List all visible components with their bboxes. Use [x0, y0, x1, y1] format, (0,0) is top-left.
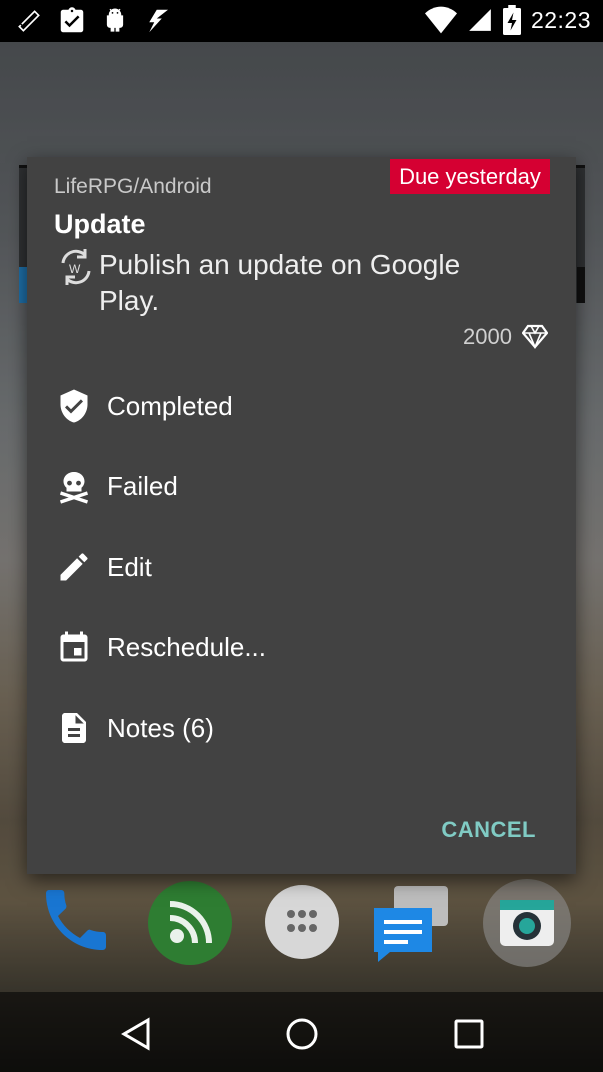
wifi-icon [424, 6, 457, 34]
menu-item-label: Reschedule... [107, 632, 266, 663]
android-debug-icon [106, 8, 124, 32]
weekly-repeat-icon: W [61, 249, 91, 285]
recents-icon[interactable] [449, 1014, 489, 1054]
shield-check-icon [54, 386, 94, 426]
screen-rotation-icon [16, 8, 42, 34]
battery-charging-icon [502, 5, 521, 35]
skull-crossbones-icon [54, 467, 94, 507]
diamond-icon [522, 324, 548, 349]
signal-icon [469, 9, 491, 31]
menu-item-edit[interactable]: Edit [27, 527, 576, 608]
app-drawer-icon[interactable] [264, 884, 340, 960]
cancel-button[interactable]: CANCEL [441, 817, 536, 843]
pencil-icon [54, 547, 94, 587]
calendar-icon [54, 628, 94, 668]
menu-item-label: Edit [107, 551, 152, 582]
menu-item-failed[interactable]: Failed [27, 447, 576, 528]
back-icon[interactable] [116, 1014, 156, 1054]
menu-item-label: Completed [107, 390, 233, 421]
clock: 22:23 [530, 6, 591, 33]
messaging-icon[interactable] [370, 882, 456, 964]
due-badge: Due yesterday [390, 159, 550, 194]
menu-item-notes[interactable]: Notes (6) [27, 688, 576, 769]
clipboard-check-icon [60, 7, 84, 33]
phone-icon[interactable] [36, 880, 116, 960]
menu-item-label: Notes (6) [107, 712, 214, 743]
camera-icon[interactable] [482, 878, 572, 968]
status-bar: 22:23 [0, 0, 603, 42]
menu-item-completed[interactable]: Completed [27, 366, 576, 447]
menu-item-reschedule[interactable]: Reschedule... [27, 608, 576, 689]
action-menu: Completed Failed Edit Reschedule... Note… [27, 366, 576, 769]
task-title: Update [54, 209, 146, 239]
document-icon [54, 708, 94, 748]
svg-text:W: W [69, 262, 81, 276]
task-description: Publish an update on Google Play. [99, 249, 461, 316]
task-dialog: Due yesterday LifeRPG/Android Update W P… [27, 157, 576, 874]
flash-icon [149, 9, 168, 33]
rss-feed-icon[interactable] [147, 880, 233, 966]
home-icon[interactable] [282, 1014, 322, 1054]
project-path: LifeRPG/Android [54, 175, 212, 198]
xp-value: 2000 [463, 324, 512, 349]
menu-item-label: Failed [107, 471, 178, 502]
navigation-bar [0, 992, 603, 1072]
